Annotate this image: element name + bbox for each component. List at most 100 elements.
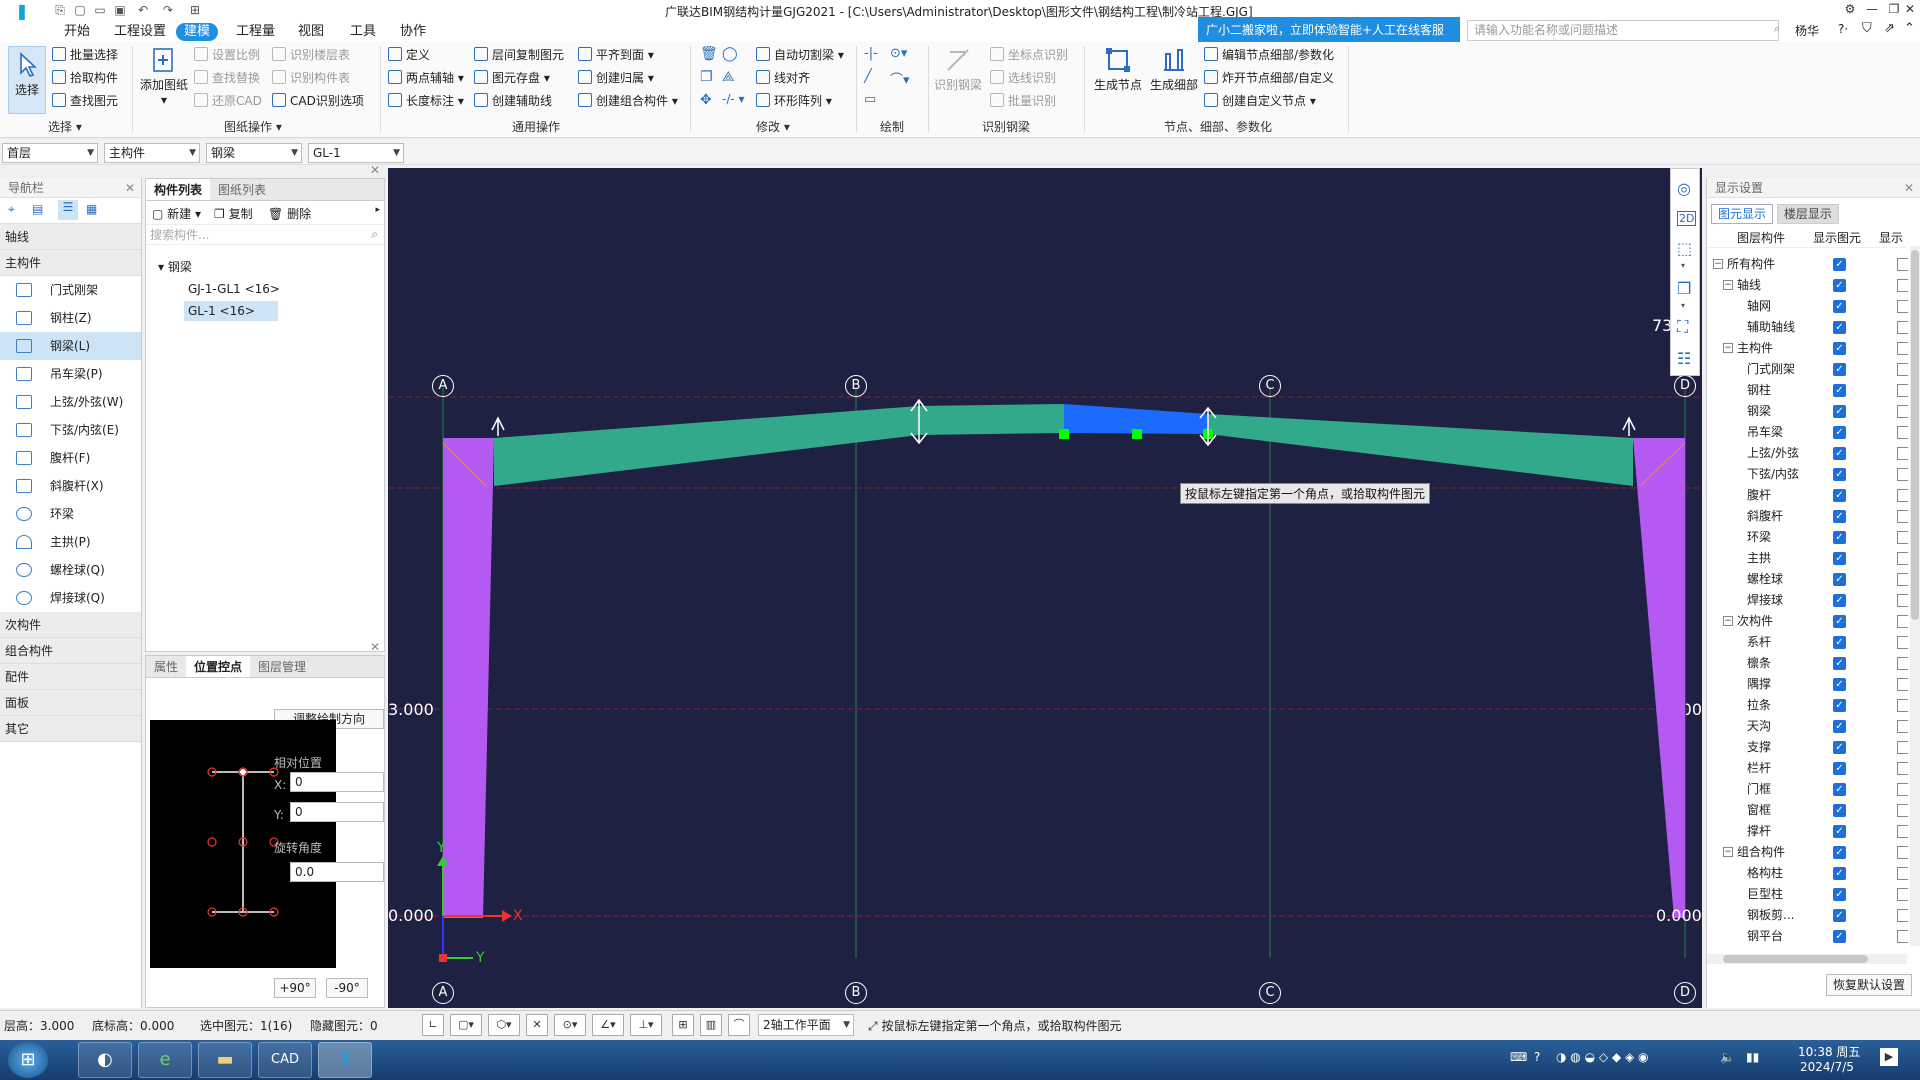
work-plane-select[interactable]: 2轴工作平面 ▼ <box>758 1014 854 1036</box>
create-combo-component-button[interactable]: 创建组合构件 ▾ <box>578 92 678 110</box>
show-element-checkbox[interactable]: ✓ <box>1833 762 1846 775</box>
show-checkbox[interactable] <box>1897 405 1908 418</box>
create-ownership-button[interactable]: 创建归属 ▾ <box>578 69 654 87</box>
nav-item-steel-beam[interactable]: 钢梁(L) <box>0 332 141 360</box>
notification-icon[interactable]: ▶ <box>1880 1048 1898 1066</box>
line-align-button[interactable]: 线对齐 <box>756 69 810 87</box>
delete-icon[interactable]: 🗑 <box>700 46 718 62</box>
x-offset-input[interactable]: 0 <box>290 772 384 792</box>
show-checkbox[interactable] <box>1897 279 1908 292</box>
grid-snap-icon[interactable]: ⊞ <box>672 1014 694 1036</box>
collapse-ribbon-icon[interactable]: ⌃ <box>1904 21 1915 36</box>
nav-item-weld-ball[interactable]: 焊接球(Q) <box>0 584 141 612</box>
define-button[interactable]: 定义 <box>388 46 430 64</box>
taskbar-app-cad[interactable]: CAD <box>258 1042 312 1078</box>
plan-icon[interactable]: ▥ <box>700 1014 722 1036</box>
new-component-button[interactable]: ▢ 新建 ▾ <box>152 205 201 222</box>
nav-item-steel-column[interactable]: 钢柱(Z) <box>0 304 141 332</box>
cube-view-icon[interactable]: ❒ <box>1677 279 1691 298</box>
show-element-checkbox[interactable]: ✓ <box>1833 468 1846 481</box>
fit-view-icon[interactable]: ⛶ <box>1677 317 1688 337</box>
tree-root-steel-beam[interactable]: ▾ 钢梁 <box>158 257 192 277</box>
arc-icon[interactable]: ⌒ <box>728 1014 750 1036</box>
nav-category-combo[interactable]: 组合构件 <box>0 638 141 664</box>
show-checkbox[interactable] <box>1897 552 1908 565</box>
tab-drawing-list[interactable]: 图纸列表 <box>210 179 274 200</box>
taskbar-app-ie[interactable]: e <box>138 1042 192 1078</box>
show-element-checkbox[interactable]: ✓ <box>1833 804 1846 817</box>
identify-component-table-button[interactable]: 识别构件表 <box>272 69 350 87</box>
show-checkbox[interactable] <box>1897 489 1908 502</box>
restore-default-button[interactable]: 恢复默认设置 <box>1826 974 1912 996</box>
display-tree-row[interactable]: 上弦/外弦 ✓ <box>1707 443 1908 464</box>
nav-category-secondary[interactable]: 次构件 <box>0 612 141 638</box>
show-element-checkbox[interactable]: ✓ <box>1833 426 1846 439</box>
group-label-drawing[interactable]: 图纸操作 ▾ <box>224 118 282 135</box>
promo-banner[interactable]: 广小二搬家啦，立即体验智能+人工在线客服 <box>1198 17 1460 43</box>
display-tree-row[interactable]: − 主构件 ✓ <box>1707 338 1908 359</box>
rotate-icon[interactable]: ◯ <box>722 46 738 62</box>
display-tree-row[interactable]: 钢平台 ✓ <box>1707 926 1908 947</box>
list-item-selected[interactable]: GL-1 <16> <box>184 301 278 321</box>
show-checkbox[interactable] <box>1897 342 1908 355</box>
group-label-modify[interactable]: 修改 ▾ <box>756 118 790 135</box>
menu-tools[interactable]: 工具 <box>342 23 384 41</box>
menu-quantity[interactable]: 工程量 <box>228 23 283 41</box>
show-checkbox[interactable] <box>1897 825 1908 838</box>
show-element-checkbox[interactable]: ✓ <box>1833 300 1846 313</box>
nav-item-diagonal-web[interactable]: 斜腹杆(X) <box>0 472 141 500</box>
show-checkbox[interactable] <box>1897 636 1908 649</box>
grid-icon[interactable]: ⊞ <box>186 2 204 18</box>
display-tree-row[interactable]: 吊车梁 ✓ <box>1707 422 1908 443</box>
search-icon[interactable]: ⌕ <box>1774 22 1780 36</box>
nav-item-portal-frame[interactable]: 门式刚架 <box>0 276 141 304</box>
display-tree-row[interactable]: 主拱 ✓ <box>1707 548 1908 569</box>
show-checkbox[interactable] <box>1897 510 1908 523</box>
shirt-icon[interactable]: ⛉ <box>1862 21 1872 36</box>
delete-component-button[interactable]: 🗑 删除 <box>268 205 311 222</box>
cross-select-icon[interactable]: ✕ <box>526 1014 548 1036</box>
close-icon[interactable]: ✕ <box>1904 178 1914 198</box>
restore-cad-button[interactable]: 还原CAD <box>194 92 262 110</box>
line-draw-icon[interactable]: ╱ <box>864 69 872 84</box>
display-tree-row[interactable]: 格构柱 ✓ <box>1707 863 1908 884</box>
find-element-button[interactable]: 查找图元 <box>52 92 118 110</box>
edit-node-detail-button[interactable]: 编辑节点细部/参数化 <box>1204 46 1334 64</box>
tab-properties[interactable]: 属性 <box>146 656 186 677</box>
close-icon[interactable]: ✕ <box>370 163 380 177</box>
extend-icon[interactable]: -/- ▾ <box>722 92 745 106</box>
show-checkbox[interactable] <box>1897 720 1908 733</box>
list-item[interactable]: GJ-1-GL1 <16> <box>184 279 284 299</box>
volume-icon[interactable]: 🔈 <box>1720 1050 1735 1064</box>
settings-icon[interactable]: ⚙ <box>1840 2 1860 18</box>
show-element-checkbox[interactable]: ✓ <box>1833 741 1846 754</box>
show-checkbox[interactable] <box>1897 762 1908 775</box>
show-checkbox[interactable] <box>1897 783 1908 796</box>
line-select-identify-button[interactable]: 选线识别 <box>990 69 1056 87</box>
two-point-aux-axis-button[interactable]: 两点辅轴 ▾ <box>388 69 464 87</box>
display-tree-row[interactable]: 螺栓球 ✓ <box>1707 569 1908 590</box>
3d-box-icon[interactable]: ⬚ <box>1677 239 1692 258</box>
show-checkbox[interactable] <box>1897 447 1908 460</box>
snap-icon[interactable]: ⊙▾ <box>554 1014 586 1036</box>
rotation-input[interactable]: 0.0 <box>290 862 384 882</box>
floor-select[interactable]: 首层 ▼ <box>2 143 98 163</box>
angle-icon[interactable]: ∠▾ <box>592 1014 624 1036</box>
collapse-toggle-icon[interactable]: − <box>1723 847 1733 857</box>
point-draw-icon[interactable]: -|- <box>864 46 878 61</box>
new-file-icon[interactable]: ⎘ <box>52 2 68 18</box>
tab-layer-management[interactable]: 图层管理 <box>250 656 314 677</box>
display-tree-row[interactable]: 门式刚架 ✓ <box>1707 359 1908 380</box>
menu-view[interactable]: 视图 <box>290 23 332 41</box>
minimize-icon[interactable]: — <box>1862 2 1882 18</box>
select-box-icon[interactable]: ▢▾ <box>450 1014 482 1036</box>
collapse-toggle-icon[interactable]: − <box>1723 343 1733 353</box>
tab-floor-display[interactable]: 楼层显示 <box>1776 204 1839 224</box>
display-tree-row[interactable]: 支撑 ✓ <box>1707 737 1908 758</box>
show-checkbox[interactable] <box>1897 468 1908 481</box>
show-element-checkbox[interactable]: ✓ <box>1833 594 1846 607</box>
nav-item-crane-beam[interactable]: 吊车梁(P) <box>0 360 141 388</box>
display-tree-row[interactable]: 窗框 ✓ <box>1707 800 1908 821</box>
taskbar-app-browser[interactable]: ◐ <box>78 1042 132 1078</box>
align-to-face-button[interactable]: 平齐到面 ▾ <box>578 46 654 64</box>
